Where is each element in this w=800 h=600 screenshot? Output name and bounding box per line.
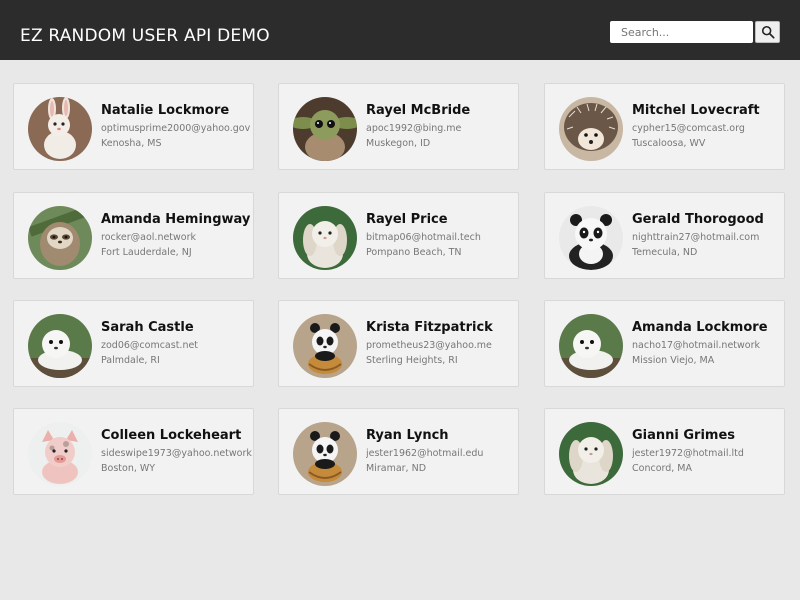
user-card[interactable]: Ryan Lynch jester1962@hotmail.edu Mirama… <box>278 408 519 495</box>
avatar-image <box>293 314 357 378</box>
user-location: Mission Viejo, MA <box>632 355 715 366</box>
user-name: Rayel Price <box>366 212 448 227</box>
user-email: prometheus23@yahoo.me <box>366 340 492 351</box>
user-email: apoc1992@bing.me <box>366 123 462 134</box>
avatar <box>293 314 357 378</box>
user-location: Sterling Heights, RI <box>366 355 458 366</box>
user-email: jester1972@hotmail.ltd <box>632 448 744 459</box>
user-name: Krista Fitzpatrick <box>366 320 493 335</box>
user-location: Kenosha, MS <box>101 138 162 149</box>
avatar <box>559 206 623 270</box>
user-email: nighttrain27@hotmail.com <box>632 232 760 243</box>
user-location: Temecula, ND <box>632 247 698 258</box>
app-header: EZ RANDOM USER API DEMO <box>0 0 800 60</box>
user-location: Boston, WY <box>101 463 156 474</box>
search-icon <box>761 25 775 39</box>
user-name: Natalie Lockmore <box>101 103 230 118</box>
avatar <box>28 97 92 161</box>
user-card[interactable]: Rayel McBride apoc1992@bing.me Muskegon,… <box>278 83 519 170</box>
user-card[interactable]: Sarah Castle zod06@comcast.net Palmdale,… <box>13 300 254 387</box>
user-location: Concord, MA <box>632 463 693 474</box>
user-card[interactable]: Gerald Thorogood nighttrain27@hotmail.co… <box>544 192 785 279</box>
avatar <box>28 314 92 378</box>
avatar-image <box>293 206 357 270</box>
avatar-image <box>559 97 623 161</box>
avatar-image <box>293 422 357 486</box>
avatar <box>28 422 92 486</box>
avatar-image <box>28 422 92 486</box>
avatar <box>293 206 357 270</box>
user-email: bitmap06@hotmail.tech <box>366 232 481 243</box>
avatar-image <box>28 314 92 378</box>
user-name: Gerald Thorogood <box>632 212 764 227</box>
user-card[interactable]: Amanda Hemingway rocker@aol.network Fort… <box>13 192 254 279</box>
search-button[interactable] <box>755 21 780 43</box>
user-name: Sarah Castle <box>101 320 194 335</box>
avatar <box>559 97 623 161</box>
avatar-image <box>559 314 623 378</box>
avatar-image <box>28 206 92 270</box>
app-title: EZ RANDOM USER API DEMO <box>20 26 270 46</box>
user-email: nacho17@hotmail.network <box>632 340 760 351</box>
user-card[interactable]: Gianni Grimes jester1972@hotmail.ltd Con… <box>544 408 785 495</box>
avatar <box>559 422 623 486</box>
user-location: Muskegon, ID <box>366 138 431 149</box>
user-location: Palmdale, RI <box>101 355 160 366</box>
avatar-image <box>559 422 623 486</box>
avatar-image <box>28 97 92 161</box>
user-email: jester1962@hotmail.edu <box>366 448 484 459</box>
avatar-image <box>293 97 357 161</box>
avatar <box>293 422 357 486</box>
user-card[interactable]: Natalie Lockmore optimusprime2000@yahoo.… <box>13 83 254 170</box>
avatar <box>28 206 92 270</box>
user-email: optimusprime2000@yahoo.gov <box>101 123 251 134</box>
user-email: sideswipe1973@yahoo.network <box>101 448 252 459</box>
user-email: cypher15@comcast.org <box>632 123 745 134</box>
avatar-image <box>559 206 623 270</box>
user-name: Mitchel Lovecraft <box>632 103 760 118</box>
user-name: Rayel McBride <box>366 103 471 118</box>
user-email: rocker@aol.network <box>101 232 197 243</box>
user-name: Amanda Lockmore <box>632 320 768 335</box>
user-name: Amanda Hemingway <box>101 212 251 227</box>
user-email: zod06@comcast.net <box>101 340 199 351</box>
user-location: Tuscaloosa, WV <box>632 138 706 149</box>
user-name: Ryan Lynch <box>366 428 449 443</box>
user-location: Pompano Beach, TN <box>366 247 462 258</box>
avatar <box>559 314 623 378</box>
user-card[interactable]: Krista Fitzpatrick prometheus23@yahoo.me… <box>278 300 519 387</box>
user-card[interactable]: Rayel Price bitmap06@hotmail.tech Pompan… <box>278 192 519 279</box>
user-name: Gianni Grimes <box>632 428 736 443</box>
user-location: Fort Lauderdale, NJ <box>101 247 192 258</box>
avatar <box>293 97 357 161</box>
user-card[interactable]: Mitchel Lovecraft cypher15@comcast.org T… <box>544 83 785 170</box>
user-card[interactable]: Colleen Lockeheart sideswipe1973@yahoo.n… <box>13 408 254 495</box>
user-card[interactable]: Amanda Lockmore nacho17@hotmail.network … <box>544 300 785 387</box>
user-location: Miramar, ND <box>366 463 427 474</box>
user-name: Colleen Lockeheart <box>101 428 242 443</box>
search-input[interactable] <box>610 21 753 43</box>
